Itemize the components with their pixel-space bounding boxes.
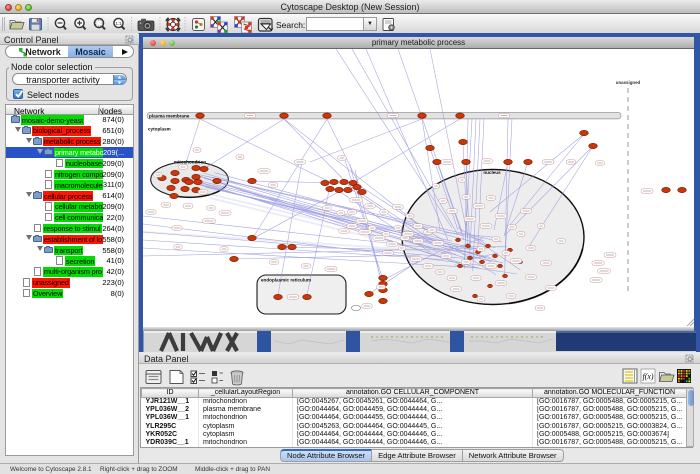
svg-text:f(x): f(x)	[642, 372, 653, 381]
svg-text:plasma membrane: plasma membrane	[149, 114, 190, 119]
svg-text:endoplasmic reticulum: endoplasmic reticulum	[261, 278, 311, 283]
svg-text:nucleus: nucleus	[483, 170, 501, 175]
svg-text:mitochondrion: mitochondrion	[174, 160, 206, 165]
svg-text:unassigned: unassigned	[616, 80, 641, 85]
svg-text:cytoplasm: cytoplasm	[148, 127, 171, 132]
svg-text:1:1: 1:1	[115, 21, 122, 26]
